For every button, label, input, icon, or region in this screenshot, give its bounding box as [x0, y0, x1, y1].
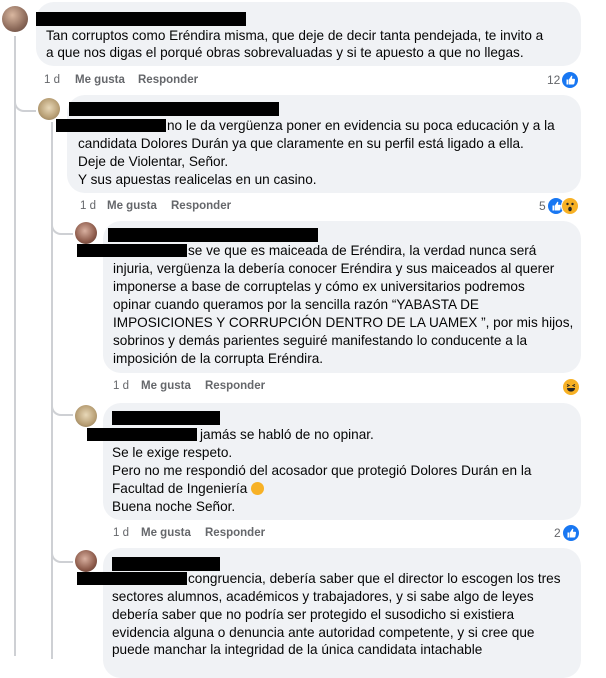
reply-button[interactable]: Responder — [171, 200, 231, 212]
timestamp[interactable]: 1 d — [44, 74, 60, 86]
timestamp[interactable]: 1 d — [80, 200, 96, 212]
comment-text-line: imposición de la corrupta Eréndira. — [113, 351, 324, 366]
thread-connector — [51, 400, 73, 416]
like-button[interactable]: Me gusta — [141, 527, 191, 539]
thread-line-nested — [51, 122, 53, 659]
like-reaction-icon — [561, 71, 579, 89]
comment-text-line: congruencia, debería saber que el direct… — [188, 571, 561, 586]
avatar[interactable] — [75, 405, 97, 427]
timestamp[interactable]: 1 d — [113, 527, 129, 539]
wow-reaction-icon — [561, 197, 579, 215]
reaction-count[interactable]: 5 — [539, 199, 546, 213]
thread-line-main — [14, 36, 16, 656]
reply-button[interactable]: Responder — [138, 74, 198, 86]
reaction-count[interactable]: 12 — [547, 73, 560, 87]
comment-text-line: jamás se habló de no opinar. — [200, 427, 374, 442]
author-name-redacted[interactable] — [36, 12, 246, 26]
tagged-name-redacted[interactable] — [87, 428, 197, 441]
comment-text-line: Facultad de Ingeniería — [112, 480, 265, 498]
comment-text-line: opinar cuando queramos por la sencilla r… — [113, 297, 479, 312]
comment-text-line: se ve que es maiceada de Eréndira, la ve… — [188, 243, 537, 258]
comment-text-line: injuria, vergüenza la debería conocer Er… — [113, 261, 555, 276]
comment-text-line: evidencia alguna o denuncia ante autorid… — [112, 625, 535, 640]
comment-text-line: candidata Dolores Durán ya que clarament… — [78, 136, 524, 151]
like-button[interactable]: Me gusta — [107, 200, 157, 212]
haha-reaction-icon — [562, 378, 580, 396]
like-button[interactable]: Me gusta — [75, 74, 125, 86]
comment-text-line: imponerse a base de corruptelas y cómo e… — [113, 279, 525, 294]
thread-connector — [14, 92, 36, 112]
comment-text-span: Facultad de Ingeniería — [112, 481, 248, 496]
author-name-redacted[interactable] — [69, 102, 279, 116]
tagged-name-redacted[interactable] — [77, 572, 187, 585]
avatar[interactable] — [38, 98, 60, 120]
tagged-name-redacted[interactable] — [77, 244, 187, 257]
avatar[interactable] — [75, 550, 97, 572]
comment-text-line: sobrinos y demás parientes seguiré manif… — [113, 333, 528, 348]
tagged-name-redacted[interactable] — [56, 119, 166, 132]
thread-connector — [51, 547, 73, 563]
like-reaction-icon — [562, 524, 580, 542]
comment-text-line: a que nos digas el porqué obras sobreval… — [46, 45, 524, 60]
reply-button[interactable]: Responder — [205, 380, 265, 392]
comment-text-line: debería saber que no podría ser protegid… — [112, 607, 515, 622]
avatar[interactable] — [2, 6, 28, 32]
comment-text-line: no le da vergüenza poner en evidencia su… — [167, 118, 555, 133]
thread-connector — [51, 219, 73, 235]
comment-text-line: Deje de Violentar, Señor. — [78, 154, 229, 169]
like-button[interactable]: Me gusta — [141, 380, 191, 392]
comment-text-line: Tan corruptos como Eréndira misma, que d… — [46, 28, 544, 43]
author-name-redacted[interactable] — [108, 228, 318, 242]
comment-text-line: sectores alumnos, académicos y trabajado… — [112, 589, 534, 604]
reply-button[interactable]: Responder — [205, 527, 265, 539]
comment-text-line: IMPOSICIONES Y CORRUPCIÓN DENTRO DE LA U… — [113, 315, 574, 330]
comment-text-line: Y sus apuestas realicelas en un casino. — [78, 172, 317, 187]
author-name-redacted[interactable] — [112, 557, 220, 571]
comment-text-line: Buena noche Señor. — [112, 499, 236, 514]
comment-text-line: Pero no me respondió del acosador que pr… — [112, 463, 532, 478]
author-name-redacted[interactable] — [112, 411, 220, 425]
avatar[interactable] — [75, 222, 97, 244]
timestamp[interactable]: 1 d — [113, 380, 129, 392]
comment-text-line: Se le exige respeto. — [112, 445, 233, 460]
comment-text-line: puede manchar la integridad de la única … — [112, 642, 483, 657]
thinking-face-icon — [251, 482, 265, 495]
reaction-count[interactable]: 2 — [554, 526, 561, 540]
